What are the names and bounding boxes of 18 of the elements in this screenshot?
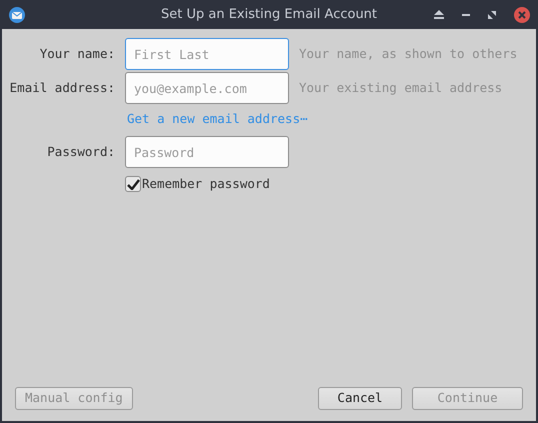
maximize-icon[interactable] [488, 10, 496, 18]
eject-icon[interactable] [434, 10, 444, 19]
window-title: Set Up an Existing Email Account [160, 6, 378, 24]
field-label: Password: [46, 142, 115, 161]
input-field[interactable]: First Last [125, 38, 289, 70]
checkbox[interactable] [125, 176, 141, 192]
minimize-icon[interactable] [462, 14, 470, 16]
new-address-link[interactable]: Get a new email address⋯ [127, 110, 312, 128]
dialog-button[interactable]: Cancel [318, 387, 402, 410]
field-label: Email address: [8, 78, 115, 97]
check-icon [126, 178, 140, 190]
input-field[interactable]: Password [125, 136, 289, 168]
field-label: Your name: [38, 44, 115, 63]
field-hint: Your name, as shown to others [299, 44, 518, 63]
checkbox-label: Remember password [142, 175, 270, 193]
close-icon[interactable] [514, 6, 530, 22]
input-field[interactable]: you@example.com [125, 72, 289, 104]
field-hint: Your existing email address [299, 78, 504, 97]
